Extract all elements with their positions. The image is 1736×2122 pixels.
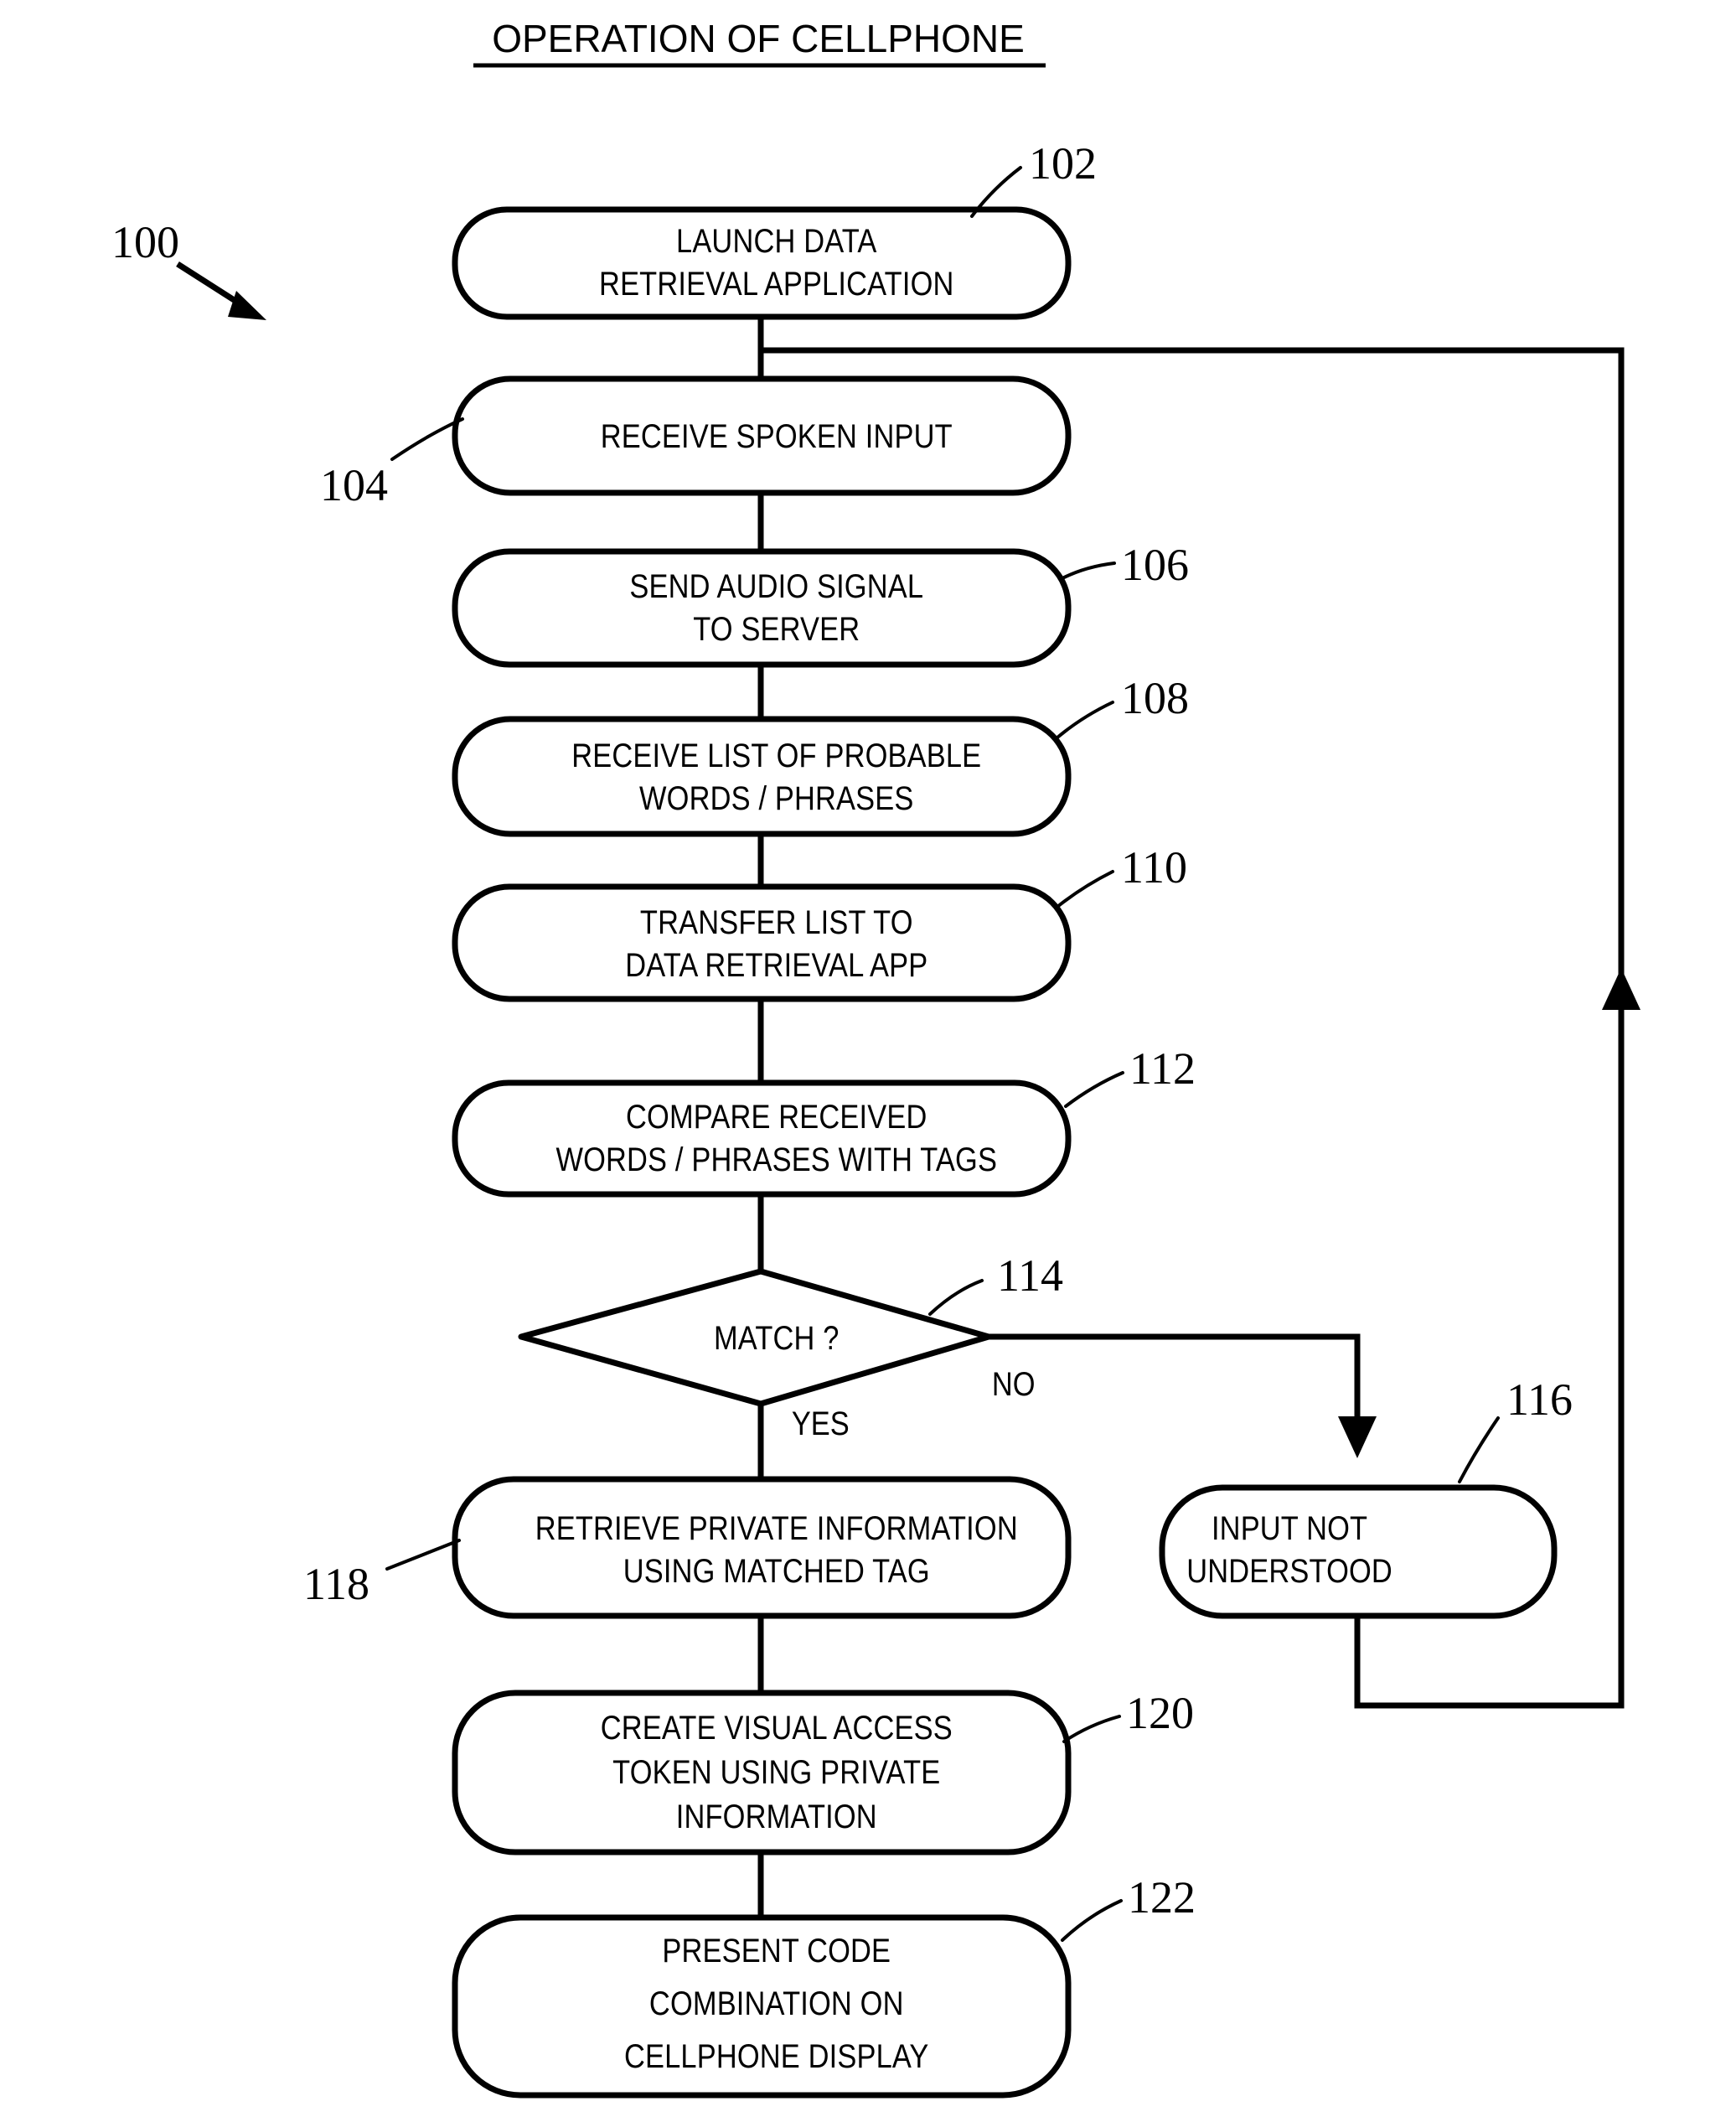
- node-120-line-2: TOKEN USING PRIVATE: [612, 1753, 940, 1791]
- node-108[interactable]: RECEIVE LIST OF PROBABLE WORDS / PHRASES…: [452, 673, 1189, 837]
- node-114[interactable]: MATCH ? 114: [518, 1250, 1063, 1407]
- node-114-ref: 114: [997, 1250, 1063, 1301]
- node-120-ref: 120: [1126, 1688, 1194, 1738]
- flowchart-canvas: OPERATION OF CELLPHONE 100 LAUNCH DATA R…: [111, 17, 1640, 2099]
- node-104-ref: 104: [320, 460, 388, 510]
- node-122[interactable]: PRESENT CODE COMBINATION ON CELLPHONE DI…: [452, 1872, 1196, 2099]
- node-108-line-2: WORDS / PHRASES: [639, 779, 913, 817]
- node-118-line-1: RETRIEVE PRIVATE INFORMATION: [535, 1509, 1018, 1547]
- node-120-line-1: CREATE VISUAL ACCESS: [601, 1709, 953, 1747]
- branch-label-no-group: NO: [992, 1365, 1036, 1403]
- node-120-leader: [1062, 1715, 1121, 1743]
- node-102-ref: 102: [1029, 138, 1097, 189]
- node-104[interactable]: RECEIVE SPOKEN INPUT 104: [320, 375, 1072, 510]
- node-118[interactable]: RETRIEVE PRIVATE INFORMATION USING MATCH…: [303, 1476, 1072, 1619]
- node-118-shape: [452, 1476, 1072, 1619]
- node-116-line-2: UNDERSTOOD: [1186, 1552, 1392, 1590]
- node-106-line-1: SEND AUDIO SIGNAL: [629, 567, 923, 605]
- node-104-leader: [390, 417, 464, 461]
- node-122-leader: [1061, 1899, 1123, 1942]
- branch-label-yes: YES: [792, 1405, 850, 1442]
- node-108-leader: [1056, 701, 1114, 739]
- node-110[interactable]: TRANSFER LIST TO DATA RETRIEVAL APP 110: [452, 842, 1187, 1002]
- node-116-leader: [1458, 1416, 1500, 1483]
- node-118-leader: [385, 1539, 461, 1571]
- node-110-leader: [1056, 870, 1114, 908]
- node-112-leader: [1064, 1071, 1124, 1108]
- node-112-ref: 112: [1129, 1043, 1196, 1094]
- node-110-ref: 110: [1121, 842, 1187, 893]
- node-106[interactable]: SEND AUDIO SIGNAL TO SERVER 106: [452, 540, 1189, 668]
- no-branch-arrow-head: [1338, 1416, 1377, 1458]
- node-110-line-2: DATA RETRIEVAL APP: [625, 946, 927, 984]
- node-118-line-2: USING MATCHED TAG: [623, 1552, 930, 1590]
- branch-label-yes-group: YES: [792, 1405, 850, 1442]
- figure-ref-100: 100: [111, 217, 179, 267]
- node-102-line-1: LAUNCH DATA: [676, 222, 876, 260]
- node-122-line-1: PRESENT CODE: [662, 1932, 891, 1969]
- node-112-line-1: COMPARE RECEIVED: [626, 1098, 927, 1136]
- node-108-ref: 108: [1121, 673, 1189, 723]
- node-104-text: RECEIVE SPOKEN INPUT: [601, 417, 953, 455]
- node-110-line-1: TRANSFER LIST TO: [640, 903, 913, 941]
- node-106-line-2: TO SERVER: [693, 610, 860, 648]
- figure-title: OPERATION OF CELLPHONE: [492, 17, 1025, 60]
- node-108-line-1: RECEIVE LIST OF PROBABLE: [571, 737, 981, 774]
- node-116[interactable]: INPUT NOT UNDERSTOOD 116: [1159, 1374, 1573, 1619]
- node-118-ref: 118: [303, 1559, 369, 1609]
- node-122-line-2: COMBINATION ON: [649, 1985, 904, 2022]
- node-114-leader: [928, 1279, 984, 1316]
- no-branch-path: [989, 1333, 1361, 1433]
- node-120[interactable]: CREATE VISUAL ACCESS TOKEN USING PRIVATE…: [452, 1688, 1194, 1855]
- figure-ref-arrow-head: [228, 291, 266, 320]
- node-106-ref: 106: [1121, 540, 1189, 590]
- node-106-leader: [1061, 562, 1116, 580]
- node-102[interactable]: LAUNCH DATA RETRIEVAL APPLICATION 102: [452, 138, 1097, 320]
- node-122-line-3: CELLPHONE DISPLAY: [624, 2037, 929, 2075]
- node-114-text: MATCH ?: [714, 1319, 840, 1357]
- node-112-line-2: WORDS / PHRASES WITH TAGS: [555, 1141, 997, 1178]
- node-120-line-3: INFORMATION: [676, 1798, 877, 1835]
- node-122-text: PRESENT CODE COMBINATION ON CELLPHONE DI…: [624, 1932, 929, 2075]
- node-116-ref: 116: [1506, 1374, 1573, 1425]
- node-112[interactable]: COMPARE RECEIVED WORDS / PHRASES WITH TA…: [452, 1043, 1196, 1198]
- node-116-line-1: INPUT NOT: [1212, 1509, 1367, 1547]
- node-122-ref: 122: [1128, 1872, 1196, 1923]
- branch-label-no: NO: [992, 1365, 1036, 1403]
- node-102-line-2: RETRIEVAL APPLICATION: [599, 265, 953, 303]
- node-114-line-1: MATCH ?: [714, 1319, 840, 1357]
- node-104-line-1: RECEIVE SPOKEN INPUT: [601, 417, 953, 455]
- patent-flowchart-figure: OPERATION OF CELLPHONE 100 LAUNCH DATA R…: [0, 0, 1736, 2122]
